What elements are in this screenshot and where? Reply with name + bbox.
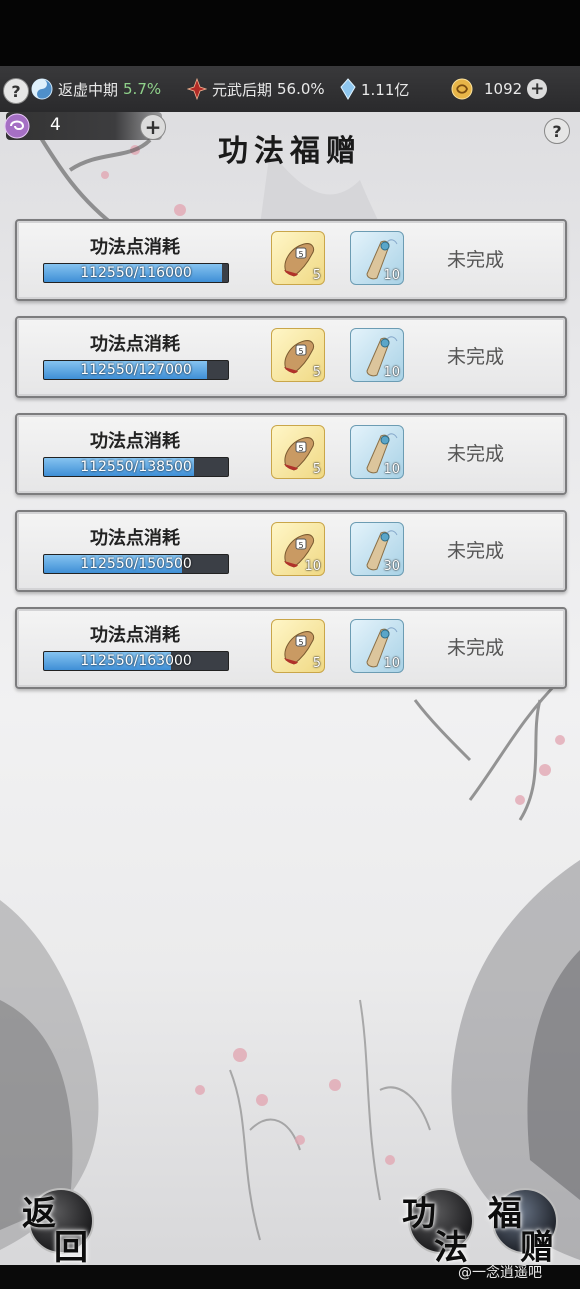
game-screen: ? 返虚中期 5.7% 元武后期 56.0% 1.11亿 1092 + 4 + … [0, 0, 580, 1289]
red-emblem-icon [187, 78, 207, 100]
task-label: 功法点消耗 [90, 528, 180, 549]
task-card: 功法点消耗 112550/127000 5 5 10 未完成 [15, 316, 567, 398]
reward-count: 10 [383, 462, 400, 477]
body-realm-progress: 56.0% [277, 80, 325, 98]
reward-item-scroll-blue[interactable]: 10 [350, 328, 404, 382]
add-coins-plus-icon[interactable]: + [527, 79, 548, 99]
spirit-stones: 1.11亿 [340, 78, 409, 100]
task-progress-bar: 112550/138500 [43, 457, 229, 477]
coins-value: 1092 [484, 80, 523, 98]
reward-item-scroll-blue[interactable]: 10 [350, 619, 404, 673]
svg-text:5: 5 [298, 638, 303, 647]
reward-count: 5 [312, 268, 321, 283]
task-progress-text: 112550/150500 [80, 556, 192, 572]
back-char-2: 回 [54, 1228, 88, 1268]
crystal-icon [340, 78, 356, 100]
task-progress-text: 112550/138500 [80, 459, 192, 475]
task-card: 功法点消耗 112550/116000 5 5 10 未完成 [15, 219, 567, 301]
svg-text:5: 5 [298, 347, 303, 356]
task-label: 功法点消耗 [90, 431, 180, 452]
realm-progress: 5.7% [123, 80, 162, 98]
task-card: 功法点消耗 112550/150500 5 10 30 未完成 [15, 510, 567, 592]
reward-count: 10 [383, 268, 400, 283]
reward-count: 5 [312, 656, 321, 671]
task-progress-text: 112550/116000 [80, 265, 192, 281]
reward-item-scroll-blue[interactable]: 10 [350, 425, 404, 479]
gift-char-1: 福 [488, 1194, 522, 1234]
svg-text:5: 5 [298, 541, 303, 550]
task-status: 未完成 [447, 249, 505, 271]
task-progress-bar: 112550/127000 [43, 360, 229, 380]
reward-count: 30 [383, 559, 400, 574]
reward-item-scroll-gold[interactable]: 5 10 [271, 522, 325, 576]
reward-count: 10 [304, 559, 321, 574]
watermark-text: @一念逍遥吧 [458, 1265, 542, 1281]
spirit-stones-value: 1.11亿 [361, 80, 410, 99]
task-status: 未完成 [447, 443, 505, 465]
skills-char-1: 功 [402, 1194, 436, 1234]
page-title: 功法福赠 [218, 134, 362, 169]
reward-count: 5 [312, 365, 321, 380]
realm-name: 返虚中期 [58, 80, 119, 99]
gift-button[interactable]: 福 赠 [482, 1182, 562, 1268]
task-progress-text: 112550/163000 [80, 653, 192, 669]
svg-text:5: 5 [298, 444, 303, 453]
coins: 1092 + [451, 78, 548, 100]
coin-icon [451, 78, 473, 100]
svg-text:5: 5 [298, 250, 303, 259]
task-card: 功法点消耗 112550/163000 5 5 10 未完成 [15, 607, 567, 689]
reward-item-scroll-blue[interactable]: 30 [350, 522, 404, 576]
reward-item-scroll-gold[interactable]: 5 5 [271, 328, 325, 382]
task-label: 功法点消耗 [90, 625, 180, 646]
task-progress-bar: 112550/163000 [43, 651, 229, 671]
reward-item-scroll-gold[interactable]: 5 5 [271, 619, 325, 673]
resource-status-bar: ? 返虚中期 5.7% 元武后期 56.0% 1.11亿 1092 + [0, 66, 580, 112]
body-realm: 元武后期 56.0% [187, 78, 325, 100]
reward-item-scroll-gold[interactable]: 5 5 [271, 231, 325, 285]
taiji-icon [31, 78, 53, 100]
task-label: 功法点消耗 [90, 334, 180, 355]
back-button[interactable]: 返 回 [18, 1182, 98, 1268]
task-status: 未完成 [447, 637, 505, 659]
reward-count: 5 [312, 462, 321, 477]
help-question-icon[interactable]: ? [3, 78, 29, 104]
task-progress-text: 112550/127000 [80, 362, 192, 378]
task-label: 功法点消耗 [90, 237, 180, 258]
task-progress-bar: 112550/150500 [43, 554, 229, 574]
task-status: 未完成 [447, 346, 505, 368]
back-char-1: 返 [22, 1194, 56, 1234]
body-realm-name: 元武后期 [212, 80, 273, 99]
task-status: 未完成 [447, 540, 505, 562]
reward-count: 10 [383, 656, 400, 671]
skills-button[interactable]: 功 法 [398, 1182, 478, 1268]
reward-count: 10 [383, 365, 400, 380]
task-progress-bar: 112550/116000 [43, 263, 229, 283]
reward-item-scroll-gold[interactable]: 5 5 [271, 425, 325, 479]
cultivation-realm: 返虚中期 5.7% [31, 78, 161, 100]
task-card: 功法点消耗 112550/138500 5 5 10 未完成 [15, 413, 567, 495]
reward-item-scroll-blue[interactable]: 10 [350, 231, 404, 285]
